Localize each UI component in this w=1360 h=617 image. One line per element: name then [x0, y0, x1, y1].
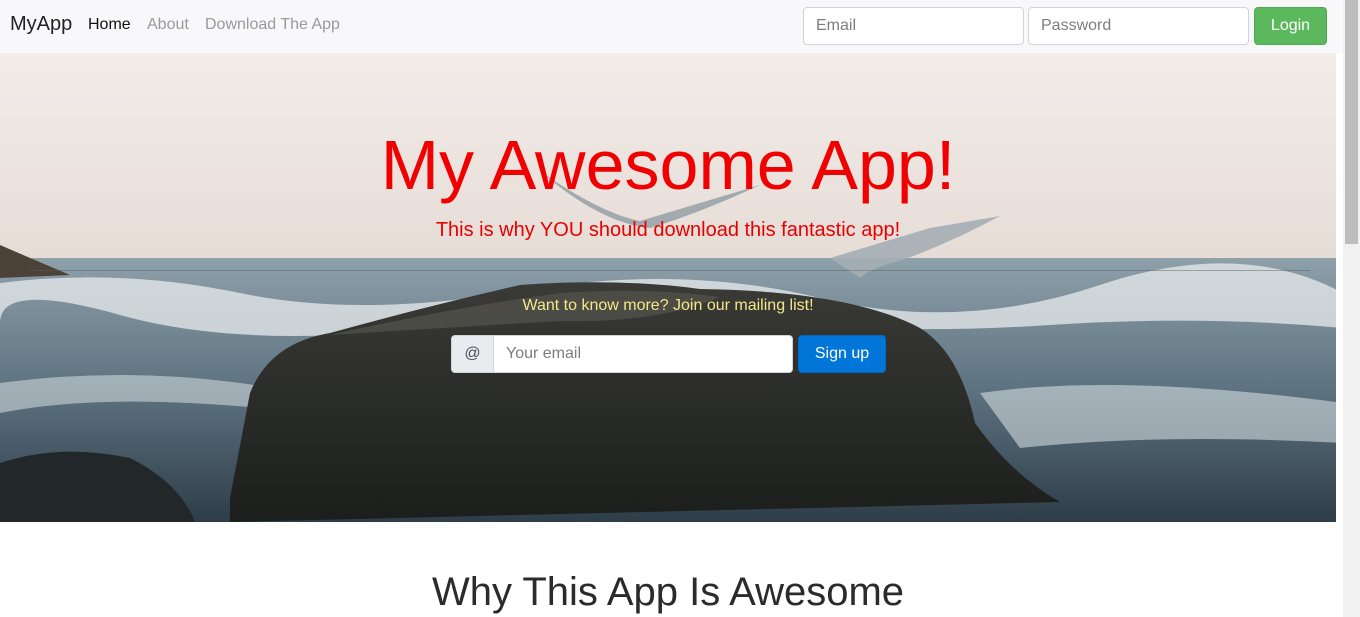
hero-background-image: [0, 53, 1343, 522]
hero-title: My Awesome App!: [380, 126, 956, 204]
nav-link-about[interactable]: About: [147, 16, 189, 34]
nav-link-home[interactable]: Home: [88, 16, 131, 34]
password-input[interactable]: [1028, 7, 1249, 45]
login-button[interactable]: Login: [1254, 7, 1327, 45]
brand-logo[interactable]: MyApp: [10, 13, 72, 36]
page-scrollbar[interactable]: [1343, 0, 1360, 617]
mailing-email-input[interactable]: [493, 335, 793, 373]
email-input[interactable]: [803, 7, 1024, 45]
hero-divider: [30, 270, 1310, 271]
nav-link-download[interactable]: Download The App: [205, 16, 340, 34]
hero-section: My Awesome App! This is why YOU should d…: [0, 53, 1343, 522]
hero-subtitle: This is why YOU should download this fan…: [435, 219, 901, 241]
signup-button[interactable]: Sign up: [798, 335, 886, 373]
scrollbar-thumb[interactable]: [1345, 0, 1358, 244]
mailing-list-prompt: Want to know more? Join our mailing list…: [522, 297, 814, 314]
navbar: MyApp Home About Download The App Login: [0, 0, 1343, 53]
at-icon: @: [451, 335, 494, 373]
hero-edge: [1336, 53, 1343, 522]
section-title: Why This App Is Awesome: [431, 570, 905, 614]
